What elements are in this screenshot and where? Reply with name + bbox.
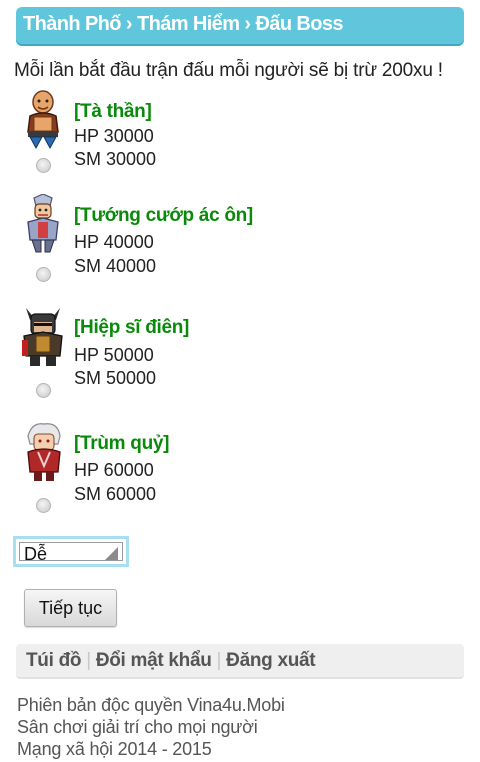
- bald-monk-icon: [27, 90, 59, 150]
- boss-sm: SM 40000: [74, 256, 157, 276]
- menu-item-logout[interactable]: Đăng xuất: [226, 650, 315, 671]
- dropdown-arrow-icon[interactable]: [105, 547, 118, 560]
- boss-option-hiep-si: [Hiệp sĩ điên] HP 50000 SM 50000: [0, 306, 480, 416]
- horned-knight-icon: [22, 308, 63, 366]
- menu-item-inventory[interactable]: Túi đồ: [26, 650, 81, 671]
- difficulty-selected-value: Dễ: [24, 544, 48, 564]
- footer-line-tagline: Sân chơi giải trí cho mọi người: [17, 717, 258, 737]
- difficulty-select-box[interactable]: Dễ: [19, 542, 123, 564]
- breadcrumb: Thành Phố › Thám Hiểm › Đấu Boss: [16, 7, 464, 44]
- breadcrumb-separator: ›: [244, 13, 251, 35]
- menu-item-change-password[interactable]: Đổi mật khẩu: [96, 650, 212, 671]
- boss-radio-button[interactable]: [36, 158, 51, 173]
- boss-option-tuong-cuop: [Tướng cướp ác ôn] HP 40000 SM 40000: [0, 194, 480, 304]
- footer: Phiên bản độc quyền Vina4u.Mobi Sân chơi…: [17, 694, 285, 760]
- boss-radio-button[interactable]: [36, 383, 51, 398]
- user-menu: Túi đồ | Đổi mật khẩu | Đăng xuất: [16, 644, 464, 679]
- menu-divider: |: [216, 650, 222, 671]
- breadcrumb-item-explore[interactable]: Thám Hiểm: [137, 13, 240, 35]
- demon-boss-icon: [27, 423, 61, 481]
- boss-hp: HP 40000: [74, 232, 154, 252]
- menu-divider: |: [86, 650, 91, 671]
- continue-button[interactable]: Tiếp tục: [24, 589, 117, 627]
- footer-line-copyright: Phiên bản độc quyền Vina4u.Mobi: [17, 695, 285, 715]
- boss-name: [Tà thần]: [74, 101, 152, 122]
- boss-hp: HP 30000: [74, 126, 154, 146]
- cost-notice: Mỗi lần bắt đầu trận đấu mỗi người sẽ bị…: [14, 60, 443, 81]
- boss-hp: HP 50000: [74, 345, 154, 365]
- footer-line-years: Mạng xã hội 2014 - 2015: [17, 739, 212, 759]
- breadcrumb-item-city[interactable]: Thành Phố: [23, 13, 122, 35]
- breadcrumb-item-boss-fight: Đấu Boss: [255, 13, 343, 35]
- boss-sm: SM 50000: [74, 368, 157, 388]
- boss-option-trum-quy: [Trùm quỷ] HP 60000 SM 60000: [0, 422, 480, 532]
- boss-hp: HP 60000: [74, 460, 154, 480]
- boss-radio-button[interactable]: [36, 267, 51, 282]
- boss-option-ta-than: [Tà thần] HP 30000 SM 30000: [0, 90, 480, 200]
- boss-sm: SM 30000: [74, 149, 157, 169]
- boss-radio-button[interactable]: [36, 498, 51, 513]
- boss-name: [Hiệp sĩ điên]: [74, 317, 190, 338]
- bandit-general-icon: [27, 194, 59, 253]
- boss-name: [Tướng cướp ác ôn]: [74, 205, 253, 226]
- boss-sm: SM 60000: [74, 484, 157, 504]
- breadcrumb-separator: ›: [125, 13, 133, 35]
- difficulty-select[interactable]: Dễ: [13, 536, 129, 567]
- boss-name: [Trùm quỷ]: [74, 433, 170, 454]
